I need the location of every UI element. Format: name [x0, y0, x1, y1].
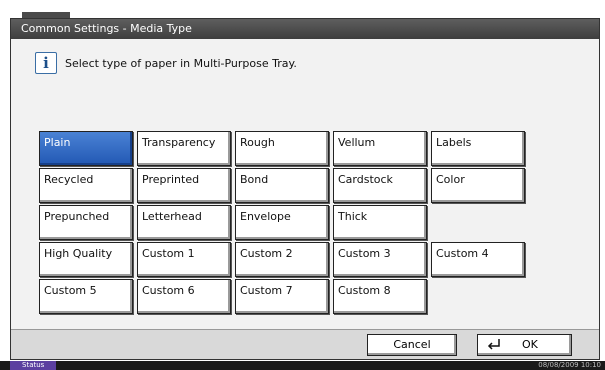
media-type-cell: Letterhead — [137, 205, 233, 242]
media-type-thick-button[interactable]: Thick — [333, 205, 427, 240]
media-type-cell: Custom 5 — [39, 279, 135, 316]
window-title: Common Settings - Media Type — [11, 19, 599, 39]
media-type-cell: Bond — [235, 168, 331, 205]
device-panel: Common Settings - Media Type i Select ty… — [0, 0, 605, 370]
media-type-cell — [431, 205, 527, 242]
media-type-cell: Color — [431, 168, 527, 205]
media-type-grid: Plain Transparency Rough Vellum Labels Recycl… — [39, 131, 527, 316]
status-bar: Status 08/08/2009 10:10 — [0, 361, 605, 370]
info-icon: i — [35, 52, 57, 74]
status-button[interactable]: Status — [10, 361, 57, 370]
media-type-cell: Custom 1 — [137, 242, 233, 279]
enter-icon — [487, 339, 500, 350]
media-type-custom-5-button[interactable]: Custom 5 — [39, 279, 133, 314]
media-type-cell: Cardstock — [333, 168, 429, 205]
media-type-envelope-button[interactable]: Envelope — [235, 205, 329, 240]
media-type-cell: Plain — [39, 131, 135, 168]
footer-bar: Cancel OK — [11, 329, 599, 359]
media-type-cell: Labels — [431, 131, 527, 168]
media-type-prepunched-button[interactable]: Prepunched — [39, 205, 133, 240]
media-type-window: Common Settings - Media Type i Select ty… — [10, 18, 600, 360]
media-type-preprinted-button[interactable]: Preprinted — [137, 168, 231, 203]
media-type-cell: Envelope — [235, 205, 331, 242]
media-type-cell: Custom 3 — [333, 242, 429, 279]
media-type-recycled-button[interactable]: Recycled — [39, 168, 133, 203]
media-type-custom-3-button[interactable]: Custom 3 — [333, 242, 427, 277]
media-type-cell: Custom 8 — [333, 279, 429, 316]
media-type-cell: Custom 6 — [137, 279, 233, 316]
media-type-cell: Recycled — [39, 168, 135, 205]
media-type-cell: Vellum — [333, 131, 429, 168]
media-type-custom-8-button[interactable]: Custom 8 — [333, 279, 427, 314]
media-type-cell: Prepunched — [39, 205, 135, 242]
media-type-cell: Custom 4 — [431, 242, 527, 279]
media-type-cell: Thick — [333, 205, 429, 242]
media-type-plain-button[interactable]: Plain — [39, 131, 133, 166]
media-type-color-button[interactable]: Color — [431, 168, 525, 203]
info-message: Select type of paper in Multi-Purpose Tr… — [65, 56, 297, 70]
ok-button[interactable]: OK — [477, 334, 572, 356]
media-type-bond-button[interactable]: Bond — [235, 168, 329, 203]
media-type-custom-1-button[interactable]: Custom 1 — [137, 242, 231, 277]
media-type-cell: Preprinted — [137, 168, 233, 205]
ok-label: OK — [522, 338, 538, 351]
media-type-cell: Transparency — [137, 131, 233, 168]
media-type-cell: Custom 7 — [235, 279, 331, 316]
media-type-cardstock-button[interactable]: Cardstock — [333, 168, 427, 203]
cancel-button[interactable]: Cancel — [367, 334, 457, 356]
media-type-cell: Custom 2 — [235, 242, 331, 279]
media-type-vellum-button[interactable]: Vellum — [333, 131, 427, 166]
media-type-custom-4-button[interactable]: Custom 4 — [431, 242, 525, 277]
date-time: 08/08/2009 10:10 — [538, 361, 601, 369]
media-type-rough-button[interactable]: Rough — [235, 131, 329, 166]
media-type-custom-2-button[interactable]: Custom 2 — [235, 242, 329, 277]
media-type-high-quality-button[interactable]: High Quality — [39, 242, 133, 277]
media-type-cell: Rough — [235, 131, 331, 168]
info-message-row: i Select type of paper in Multi-Purpose … — [35, 51, 297, 75]
media-type-custom-6-button[interactable]: Custom 6 — [137, 279, 231, 314]
media-type-letterhead-button[interactable]: Letterhead — [137, 205, 231, 240]
media-type-transparency-button[interactable]: Transparency — [137, 131, 231, 166]
media-type-labels-button[interactable]: Labels — [431, 131, 525, 166]
media-type-custom-7-button[interactable]: Custom 7 — [235, 279, 329, 314]
media-type-cell: High Quality — [39, 242, 135, 279]
